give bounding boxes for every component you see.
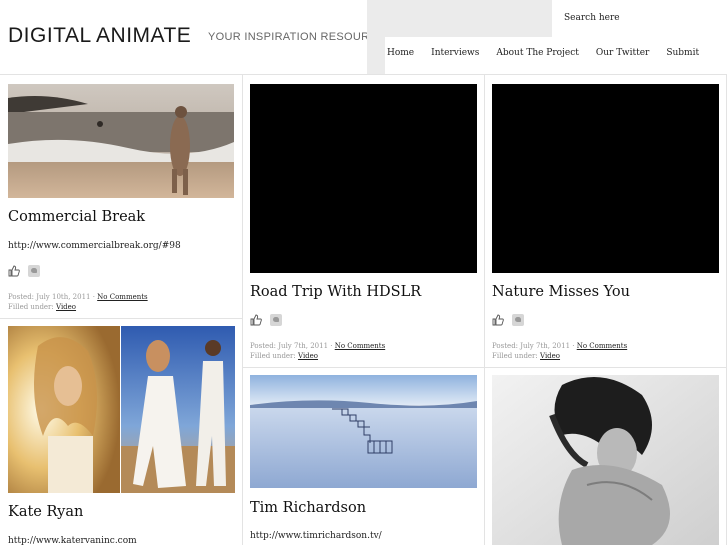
post-title[interactable]: Nature Misses You <box>492 284 630 300</box>
header-divider <box>0 74 727 75</box>
share-bar <box>250 314 282 326</box>
post-url[interactable]: http://www.timrichardson.tv/ <box>250 531 382 541</box>
post-title[interactable]: Road Trip With HDSLR <box>250 284 421 300</box>
site-tagline: YOUR INSPIRATION RESOURCE <box>208 31 386 43</box>
post-thumbnail-stairs[interactable] <box>250 375 477 488</box>
search-input[interactable]: Search here <box>564 13 620 23</box>
column-divider <box>242 75 243 545</box>
main-nav: Home Interviews About The Project Our Tw… <box>387 48 716 58</box>
post-date: Posted: July 10th, 2011 <box>8 293 91 301</box>
post-meta: Posted: July 10th, 2011 · No Comments Fi… <box>8 293 148 311</box>
category-link[interactable]: Video <box>56 303 76 311</box>
post-meta: Posted: July 7th, 2011 · No Comments Fil… <box>250 342 386 360</box>
comments-link[interactable]: No Comments <box>577 342 627 350</box>
nav-home[interactable]: Home <box>387 48 414 58</box>
post-thumbnail-portrait[interactable] <box>492 375 719 545</box>
nav-submit[interactable]: Submit <box>666 48 699 58</box>
category-link[interactable]: Video <box>540 352 560 360</box>
site-logo[interactable]: DIGITAL ANIMATE <box>8 24 191 48</box>
header-gray-block <box>367 0 552 37</box>
comments-link[interactable]: No Comments <box>335 342 385 350</box>
post-title[interactable]: Commercial Break <box>8 209 145 225</box>
nav-twitter[interactable]: Our Twitter <box>596 48 649 58</box>
post-thumbnail-fashion[interactable] <box>8 326 235 493</box>
post-title[interactable]: Kate Ryan <box>8 504 83 520</box>
twitter-icon[interactable] <box>512 314 524 326</box>
post-date: Posted: July 7th, 2011 <box>250 342 329 350</box>
post-thumbnail-beach[interactable] <box>8 84 234 198</box>
comments-link[interactable]: No Comments <box>97 293 147 301</box>
category-link[interactable]: Video <box>298 352 318 360</box>
like-icon[interactable] <box>8 265 20 277</box>
twitter-icon[interactable] <box>28 265 40 277</box>
row-divider <box>0 318 242 319</box>
post-date: Posted: July 7th, 2011 <box>492 342 571 350</box>
video-player[interactable] <box>492 84 719 273</box>
post-url[interactable]: http://www.katervaninc.com <box>8 536 137 545</box>
filed-label: Filled under: <box>250 352 296 360</box>
nav-about[interactable]: About The Project <box>496 48 579 58</box>
header-gray-strip <box>367 37 385 75</box>
column-divider <box>484 75 485 545</box>
video-player[interactable] <box>250 84 477 273</box>
like-icon[interactable] <box>250 314 262 326</box>
post-meta: Posted: July 7th, 2011 · No Comments Fil… <box>492 342 628 360</box>
filed-label: Filled under: <box>492 352 538 360</box>
share-bar <box>492 314 524 326</box>
post-url[interactable]: http://www.commercialbreak.org/#98 <box>8 241 181 251</box>
twitter-icon[interactable] <box>270 314 282 326</box>
filed-label: Filled under: <box>8 303 54 311</box>
nav-interviews[interactable]: Interviews <box>431 48 479 58</box>
post-title[interactable]: Tim Richardson <box>250 500 366 516</box>
share-bar <box>8 265 40 277</box>
row-divider <box>242 367 727 368</box>
like-icon[interactable] <box>492 314 504 326</box>
